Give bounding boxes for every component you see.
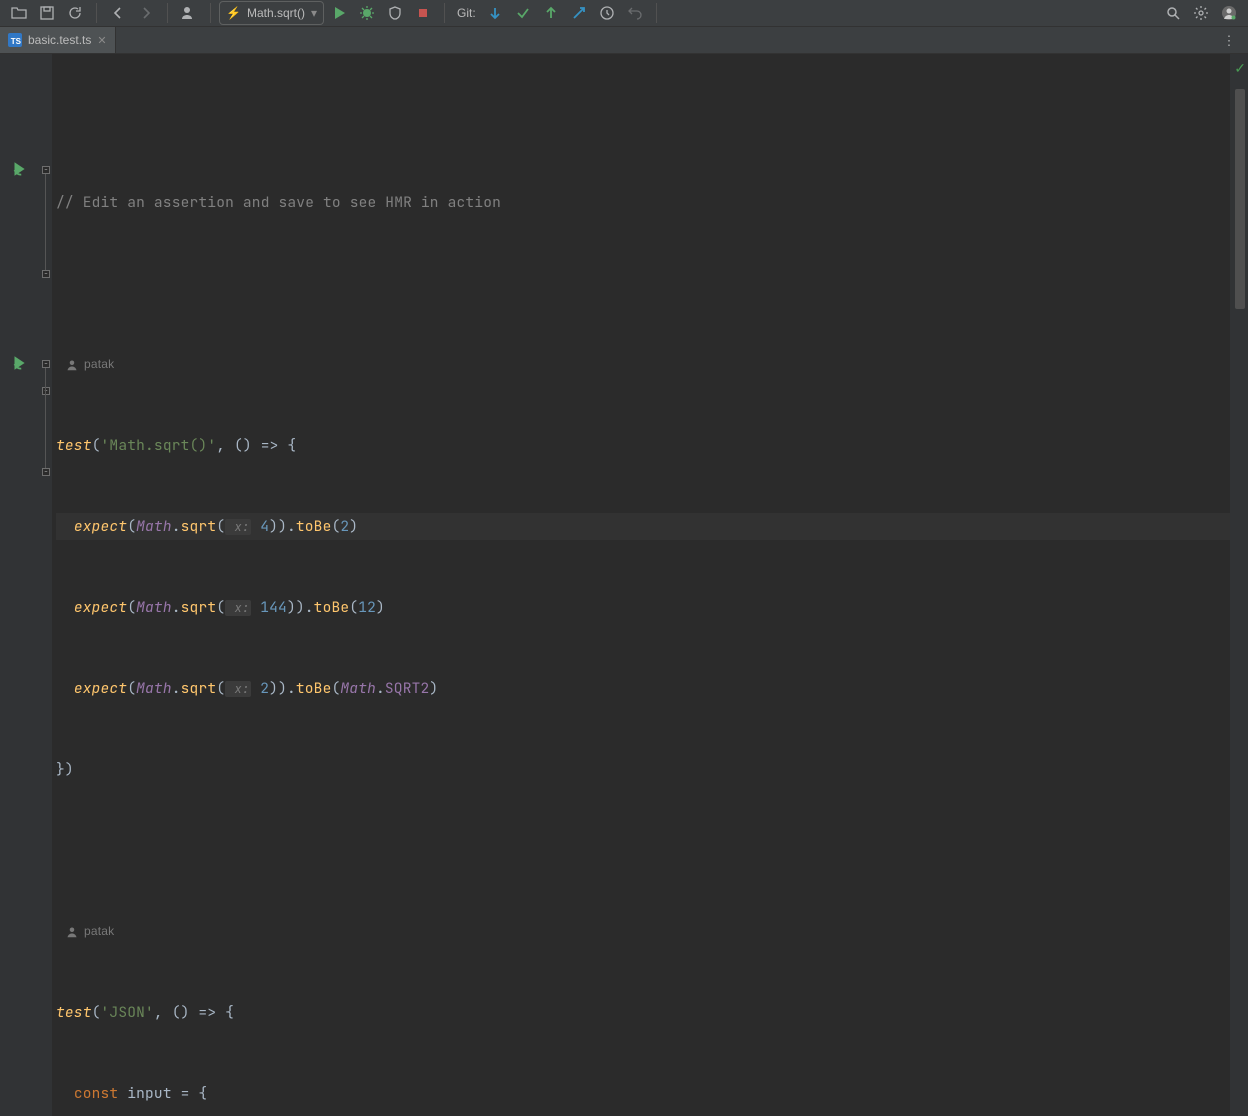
- tab-basic-test[interactable]: TS basic.test.ts ✕: [0, 27, 116, 53]
- author-annotation[interactable]: patak: [56, 351, 1230, 378]
- run-gutter-icon-1[interactable]: [10, 160, 28, 178]
- ts-file-icon: TS: [8, 33, 22, 47]
- main-toolbar: ⚡ Math.sqrt() ▾ Git:: [0, 0, 1248, 27]
- code-area[interactable]: // Edit an assertion and save to see HMR…: [52, 54, 1230, 1116]
- search-icon[interactable]: [1160, 0, 1186, 26]
- git-incoming-icon[interactable]: [566, 0, 592, 26]
- coverage-icon[interactable]: [382, 0, 408, 26]
- fold-icon[interactable]: −: [42, 166, 50, 174]
- close-tab-icon[interactable]: ✕: [97, 34, 106, 47]
- fold-icon[interactable]: −: [42, 360, 50, 368]
- back-icon[interactable]: [105, 0, 131, 26]
- fold-icon[interactable]: −: [42, 270, 50, 278]
- run-gutter-icon-2[interactable]: [10, 354, 28, 372]
- user-add-icon[interactable]: [176, 0, 202, 26]
- no-problems-icon[interactable]: ✓: [1234, 60, 1246, 78]
- settings-icon[interactable]: [1188, 0, 1214, 26]
- save-icon[interactable]: [34, 0, 60, 26]
- tab-more-icon[interactable]: ⋮: [1216, 27, 1242, 53]
- code-comment: // Edit an assertion and save to see HMR…: [56, 193, 501, 212]
- tab-filename: basic.test.ts: [28, 33, 91, 47]
- editor: − − − − − // Edit an assertion and save …: [0, 54, 1248, 1116]
- git-push-icon[interactable]: [538, 0, 564, 26]
- stop-icon[interactable]: [410, 0, 436, 26]
- forward-icon[interactable]: [133, 0, 159, 26]
- git-commit-icon[interactable]: [510, 0, 536, 26]
- git-history-icon[interactable]: [594, 0, 620, 26]
- chevron-down-icon: ▾: [311, 6, 317, 20]
- right-gutter: ✓: [1230, 54, 1248, 1116]
- gutter: [0, 54, 40, 1116]
- author-annotation[interactable]: patak: [56, 918, 1230, 945]
- lightning-icon: ⚡: [226, 6, 241, 20]
- debug-icon[interactable]: [354, 0, 380, 26]
- avatar-icon[interactable]: [1216, 0, 1242, 26]
- editor-tabbar: TS basic.test.ts ✕ ⋮: [0, 27, 1248, 54]
- fold-icon[interactable]: −: [42, 387, 50, 395]
- scrollbar-thumb[interactable]: [1235, 89, 1245, 309]
- run-config-label: Math.sqrt(): [247, 6, 305, 20]
- run-icon[interactable]: [326, 0, 352, 26]
- undo-icon[interactable]: [622, 0, 648, 26]
- fold-gutter: − − − − −: [40, 54, 52, 1116]
- refresh-icon[interactable]: [62, 0, 88, 26]
- git-label: Git:: [457, 6, 476, 20]
- run-config-dropdown[interactable]: ⚡ Math.sqrt() ▾: [219, 1, 324, 25]
- open-folder-icon[interactable]: [6, 0, 32, 26]
- fold-icon[interactable]: −: [42, 468, 50, 476]
- git-update-icon[interactable]: [482, 0, 508, 26]
